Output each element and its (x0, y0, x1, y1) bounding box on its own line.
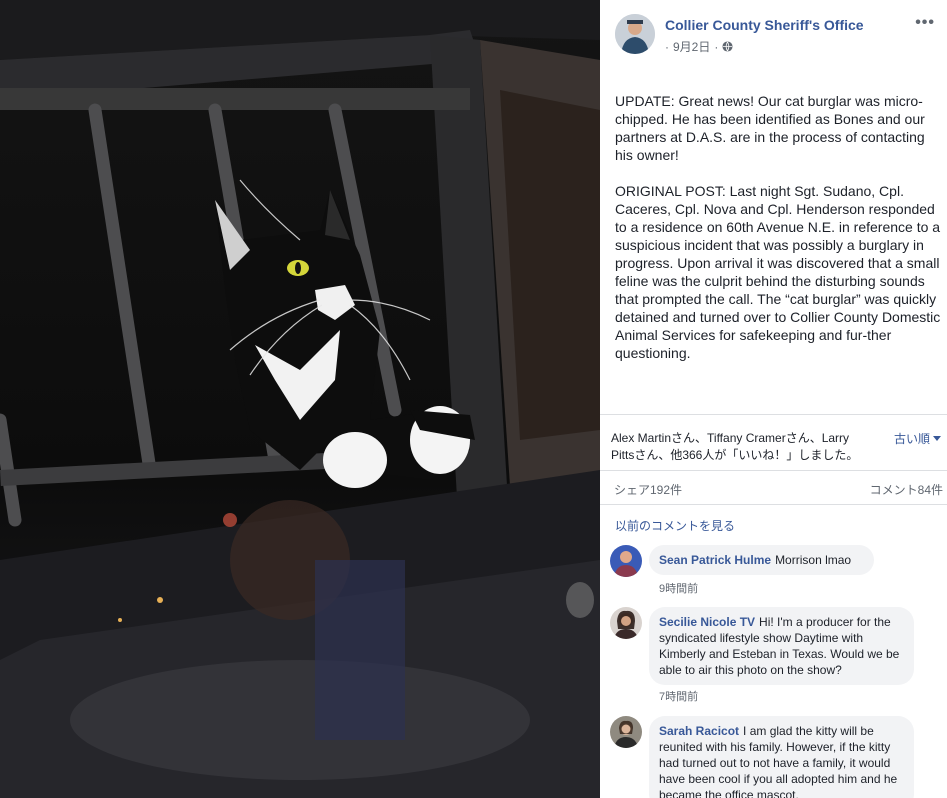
post-photo[interactable] (0, 0, 600, 798)
post-paragraph-original: ORIGINAL POST: Last night Sgt. Sudano, C… (615, 183, 941, 361)
divider (600, 470, 947, 471)
commenter-avatar[interactable] (610, 545, 642, 577)
commenter-avatar[interactable] (610, 716, 642, 748)
comment-timestamp[interactable]: 7時間前 (659, 688, 698, 704)
divider (600, 414, 947, 415)
globe-icon[interactable] (722, 41, 733, 52)
post-paragraph-update: UPDATE: Great news! Our cat burglar was … (615, 93, 925, 163)
comment-author-link[interactable]: Sean Patrick Hulme (659, 553, 771, 567)
post-date-separator: · (665, 39, 669, 54)
comment-bubble: Sean Patrick Hulme Morrison lmao (649, 545, 874, 575)
cat-in-police-car-photo (0, 0, 600, 798)
comment-timestamp[interactable]: 9時間前 (659, 580, 698, 596)
comment-bubble: Secilie Nicole TV Hi! I'm a producer for … (649, 607, 914, 685)
comment-text: Morrison lmao (775, 553, 852, 567)
chevron-down-icon (933, 436, 941, 441)
page-avatar[interactable] (615, 14, 655, 54)
divider (600, 504, 947, 505)
comment-bubble: Sarah Racicot I am glad the kitty will be… (649, 716, 914, 798)
sort-label: 古い順 (893, 432, 930, 446)
more-options-icon[interactable]: ••• (915, 14, 935, 32)
post-meta: · 9月2日 · (665, 38, 733, 55)
comment-author-link[interactable]: Sarah Racicot (659, 724, 739, 738)
comment-count[interactable]: コメント84件 (870, 481, 943, 498)
share-count[interactable]: シェア192件 (614, 481, 682, 498)
post-date[interactable]: 9月2日 (673, 38, 710, 55)
comment-sort-dropdown[interactable]: 古い順 (894, 430, 941, 447)
separator-dot: · (714, 39, 719, 54)
reactions-summary[interactable]: Alex Martinさん、Tiffany Cramerさん、Larry Pit… (611, 430, 871, 464)
post-header: Collier County Sheriff's Office · 9月2日 ·… (615, 14, 935, 58)
post-panel: Collier County Sheriff's Office · 9月2日 ·… (600, 0, 947, 798)
post-text: UPDATE: Great news! Our cat burglar was … (615, 92, 945, 380)
view-previous-comments-link[interactable]: 以前のコメントを見る (615, 517, 735, 534)
page-name-link[interactable]: Collier County Sheriff's Office (665, 17, 864, 33)
comment-author-link[interactable]: Secilie Nicole TV (659, 615, 755, 629)
commenter-avatar[interactable] (610, 607, 642, 639)
